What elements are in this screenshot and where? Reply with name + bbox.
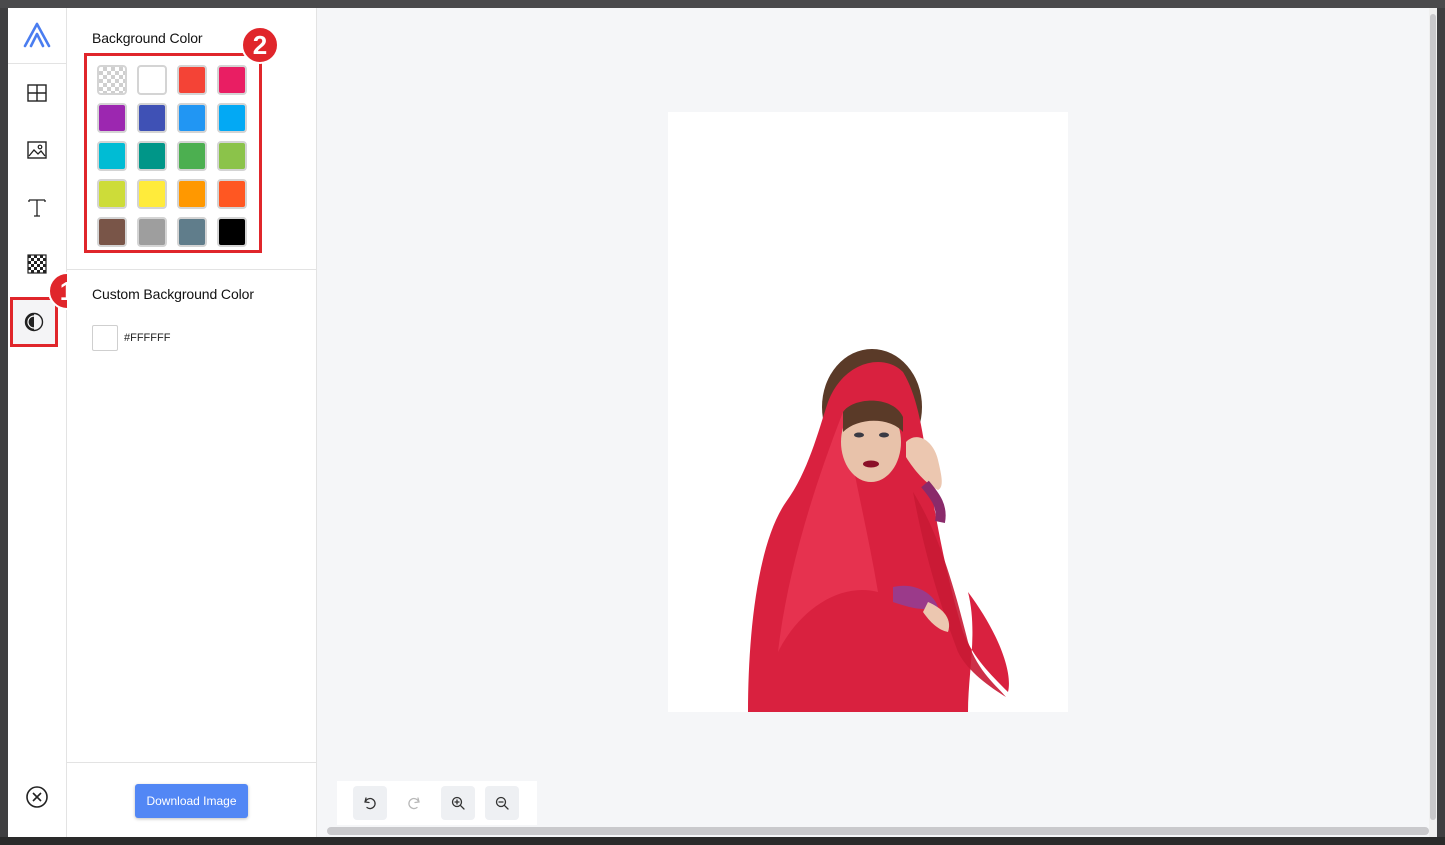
color-swatch-00bcd4[interactable] — [97, 141, 127, 171]
tool-rail — [8, 8, 67, 837]
undo-button[interactable] — [353, 786, 387, 820]
rail-item-image[interactable] — [17, 130, 57, 170]
image-icon — [27, 141, 47, 159]
color-swatch-4caf50[interactable] — [177, 141, 207, 171]
color-swatch-ffffff[interactable] — [137, 65, 167, 95]
zoom-out-icon — [495, 796, 509, 810]
page-backdrop-bottom — [0, 837, 1445, 845]
color-swatch-000000[interactable] — [217, 217, 247, 247]
redo-icon — [408, 797, 420, 810]
panel-footer-divider — [67, 762, 316, 763]
zoom-out-button[interactable] — [485, 786, 519, 820]
color-swatch-grid — [97, 65, 257, 247]
options-panel: Background Color 2 Custom Background Col… — [67, 8, 317, 837]
color-swatch-9c27b0[interactable] — [97, 103, 127, 133]
color-swatch-9e9e9e[interactable] — [137, 217, 167, 247]
subject-image — [748, 349, 1009, 712]
rail-item-transparency[interactable] — [17, 244, 57, 284]
vertical-scrollbar[interactable] — [1430, 14, 1436, 820]
color-swatch-009688[interactable] — [137, 141, 167, 171]
color-swatch-03a9f4[interactable] — [217, 103, 247, 133]
color-swatch-transparent[interactable] — [97, 65, 127, 95]
layout-icon — [27, 84, 47, 102]
text-icon — [28, 199, 46, 217]
app-logo — [8, 8, 66, 64]
color-swatch-cddc39[interactable] — [97, 179, 127, 209]
rail-item-text[interactable] — [17, 187, 57, 227]
close-editor-button[interactable] — [17, 777, 57, 817]
undo-icon — [364, 797, 376, 810]
color-swatch-607d8b[interactable] — [177, 217, 207, 247]
color-swatch-f44336[interactable] — [177, 65, 207, 95]
rail-item-background-color[interactable] — [10, 297, 58, 347]
rail-item-layout[interactable] — [17, 73, 57, 113]
color-swatch-ff5722[interactable] — [217, 179, 247, 209]
zoom-in-button[interactable] — [441, 786, 475, 820]
color-swatch-ff9800[interactable] — [177, 179, 207, 209]
custom-color-title: Custom Background Color — [92, 286, 254, 302]
color-swatch-795548[interactable] — [97, 217, 127, 247]
page-backdrop-top — [0, 0, 1445, 8]
color-swatch-2196f3[interactable] — [177, 103, 207, 133]
logo-icon — [23, 22, 51, 47]
panel-divider — [67, 269, 316, 270]
annotation-badge-2: 2 — [241, 26, 279, 64]
download-image-button[interactable]: Download Image — [135, 784, 248, 818]
color-swatch-3f51b5[interactable] — [137, 103, 167, 133]
transparency-icon — [27, 254, 47, 274]
color-swatch-8bc34a[interactable] — [217, 141, 247, 171]
custom-color-hex[interactable]: #FFFFFF — [124, 332, 170, 344]
custom-color-picker[interactable] — [92, 325, 118, 351]
editor-modal: 1 Background Color 2 Custom Background C… — [8, 8, 1437, 837]
color-swatch-e91e63[interactable] — [217, 65, 247, 95]
custom-color-row: #FFFFFF — [92, 325, 170, 351]
background-color-title: Background Color — [92, 30, 203, 46]
background-color-icon — [24, 312, 44, 332]
close-circle-icon — [26, 786, 48, 808]
color-swatch-ffeb3b[interactable] — [137, 179, 167, 209]
image-canvas[interactable] — [668, 112, 1068, 712]
redo-button[interactable] — [397, 786, 431, 820]
zoom-in-icon — [451, 796, 465, 810]
canvas-toolbar — [337, 781, 537, 825]
horizontal-scrollbar[interactable] — [327, 827, 1429, 835]
canvas-area — [317, 8, 1437, 837]
